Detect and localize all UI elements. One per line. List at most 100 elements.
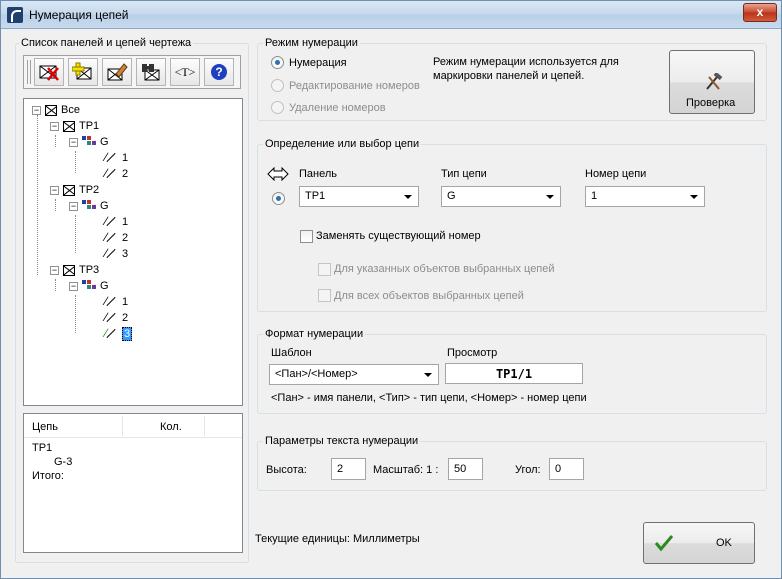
list-header: Цепь Кол. [24,414,242,438]
tree-node-wire[interactable]: 1 [104,214,129,229]
tree-node-wire[interactable]: 3 [104,246,129,261]
tree-node-panel[interactable]: − TP3 [50,263,99,277]
collapse-icon[interactable]: − [50,121,59,131]
wire-icon [104,214,118,229]
tree-node-group[interactable]: − G [69,199,109,213]
chain-number-label: Номер цепи [585,168,647,180]
template-select[interactable]: <Пан>/<Номер> [269,364,439,385]
ok-button-label: OK [716,537,732,549]
panels-chains-group-label: Список панелей и цепей чертежа [19,37,194,49]
mode-edit-label[interactable]: Редактирование номеров [289,80,420,92]
angle-input[interactable]: 0 [549,458,584,480]
replace-number-label[interactable]: Заменять существующий номер [316,230,481,242]
mode-group-label: Режим нумерации [263,37,360,49]
delete-button[interactable] [34,58,64,86]
for-selected-label[interactable]: Для указанных объектов выбранных цепей [334,263,555,275]
panel-chain-tree[interactable]: − Все − TP1 − G 1 2 − [23,98,243,406]
wire-icon [104,166,118,181]
mode-description: Режим нумерации используется для маркиро… [433,56,619,82]
tree-node-label: 1 [122,152,129,164]
help-button[interactable]: ? [204,58,234,86]
chain-select-radio[interactable] [272,192,285,205]
mode-numbering-radio[interactable] [271,56,284,69]
for-all-checkbox[interactable] [318,289,331,302]
wire-icon [104,246,118,261]
tree-toolbar: <T> ? [23,55,241,89]
template-label: Шаблон [271,347,312,359]
height-input[interactable]: 2 [331,458,366,480]
tree-node-label: 1 [122,216,129,228]
collapse-icon[interactable]: − [50,185,59,195]
tree-node-wire[interactable]: 2 [104,166,129,181]
collapse-icon[interactable]: − [50,265,59,275]
tree-node-wire[interactable]: 2 [104,310,129,325]
tree-node-root[interactable]: − Все [32,103,80,117]
toolbar-grip[interactable] [27,60,31,84]
column-separator[interactable] [204,416,205,436]
tree-guide [75,151,76,173]
add-button[interactable] [68,58,98,86]
column-separator[interactable] [122,416,123,436]
height-label: Высота: [266,464,307,476]
edit-button[interactable] [102,58,132,86]
tree-guide [75,295,76,333]
ok-button[interactable]: OK [643,522,755,564]
tree-node-label: 3 [122,327,133,341]
preview-label: Просмотр [447,347,498,359]
list-item: Итого: [32,470,64,482]
replace-number-checkbox[interactable] [300,230,313,243]
add-plus-icon [72,62,92,80]
delete-x-icon [39,65,59,81]
close-button[interactable]: x [743,3,777,22]
list-item[interactable]: TP1 [32,442,52,454]
scale-label: Масштаб: 1 : [373,464,439,476]
tree-node-wire[interactable]: 1 [104,150,129,165]
mode-delete-label[interactable]: Удаление номеров [289,102,386,114]
tree-node-label: 3 [122,248,129,260]
tree-node-wire[interactable]: 1 [104,294,129,309]
title-bar[interactable]: Нумерация цепей x [1,1,781,29]
wire-icon [104,294,118,309]
list-item[interactable]: G-3 [54,456,72,468]
preview-field: TP1/1 [445,363,583,384]
collapse-icon[interactable]: − [69,281,78,291]
tree-node-panel[interactable]: − TP2 [50,183,99,197]
mode-edit-radio[interactable] [271,79,284,92]
for-all-label[interactable]: Для всех объектов выбранных цепей [334,290,524,302]
col-count-header[interactable]: Кол. [160,421,182,433]
format-group-label: Формат нумерации [263,328,366,340]
tree-node-label: TP2 [79,184,100,196]
tree-node-wire-selected[interactable]: 3 [104,326,133,341]
for-selected-checkbox[interactable] [318,263,331,276]
find-button[interactable] [136,58,166,86]
panel-select-value: TP1 [305,190,326,202]
chain-type-select[interactable]: G [441,186,561,207]
text-button[interactable]: <T> [170,58,200,86]
chevron-down-icon [690,195,698,199]
chain-number-select[interactable]: 1 [585,186,705,207]
chain-count-list[interactable]: Цепь Кол. TP1 G-3 Итого: [23,413,243,553]
collapse-icon[interactable]: − [69,137,78,147]
tree-node-label: 1 [122,296,129,308]
tree-node-label: 2 [122,168,129,180]
app-icon [7,7,23,23]
collapse-icon[interactable]: − [69,201,78,211]
tree-node-wire[interactable]: 2 [104,230,128,245]
panel-select[interactable]: TP1 [299,186,419,207]
collapse-icon[interactable]: − [32,105,41,115]
check-button[interactable]: Проверка [669,50,755,114]
tree-node-panel[interactable]: − TP1 [50,119,99,133]
tree-node-label: 2 [122,312,129,324]
tree-node-label: Все [61,104,80,116]
mode-numbering-label[interactable]: Нумерация [289,57,347,69]
text-t-icon: <T> [174,64,196,79]
col-chain-header[interactable]: Цепь [32,421,58,433]
tree-node-group[interactable]: − G [69,135,109,149]
panel-icon [63,120,75,132]
tree-node-group[interactable]: − G [69,279,109,293]
wire-icon [104,150,118,165]
mode-delete-radio[interactable] [271,101,284,114]
scale-input[interactable]: 50 [448,458,483,480]
format-hint: <Пан> - имя панели, <Тип> - тип цепи, <Н… [271,392,587,404]
panel-icon [63,264,75,276]
